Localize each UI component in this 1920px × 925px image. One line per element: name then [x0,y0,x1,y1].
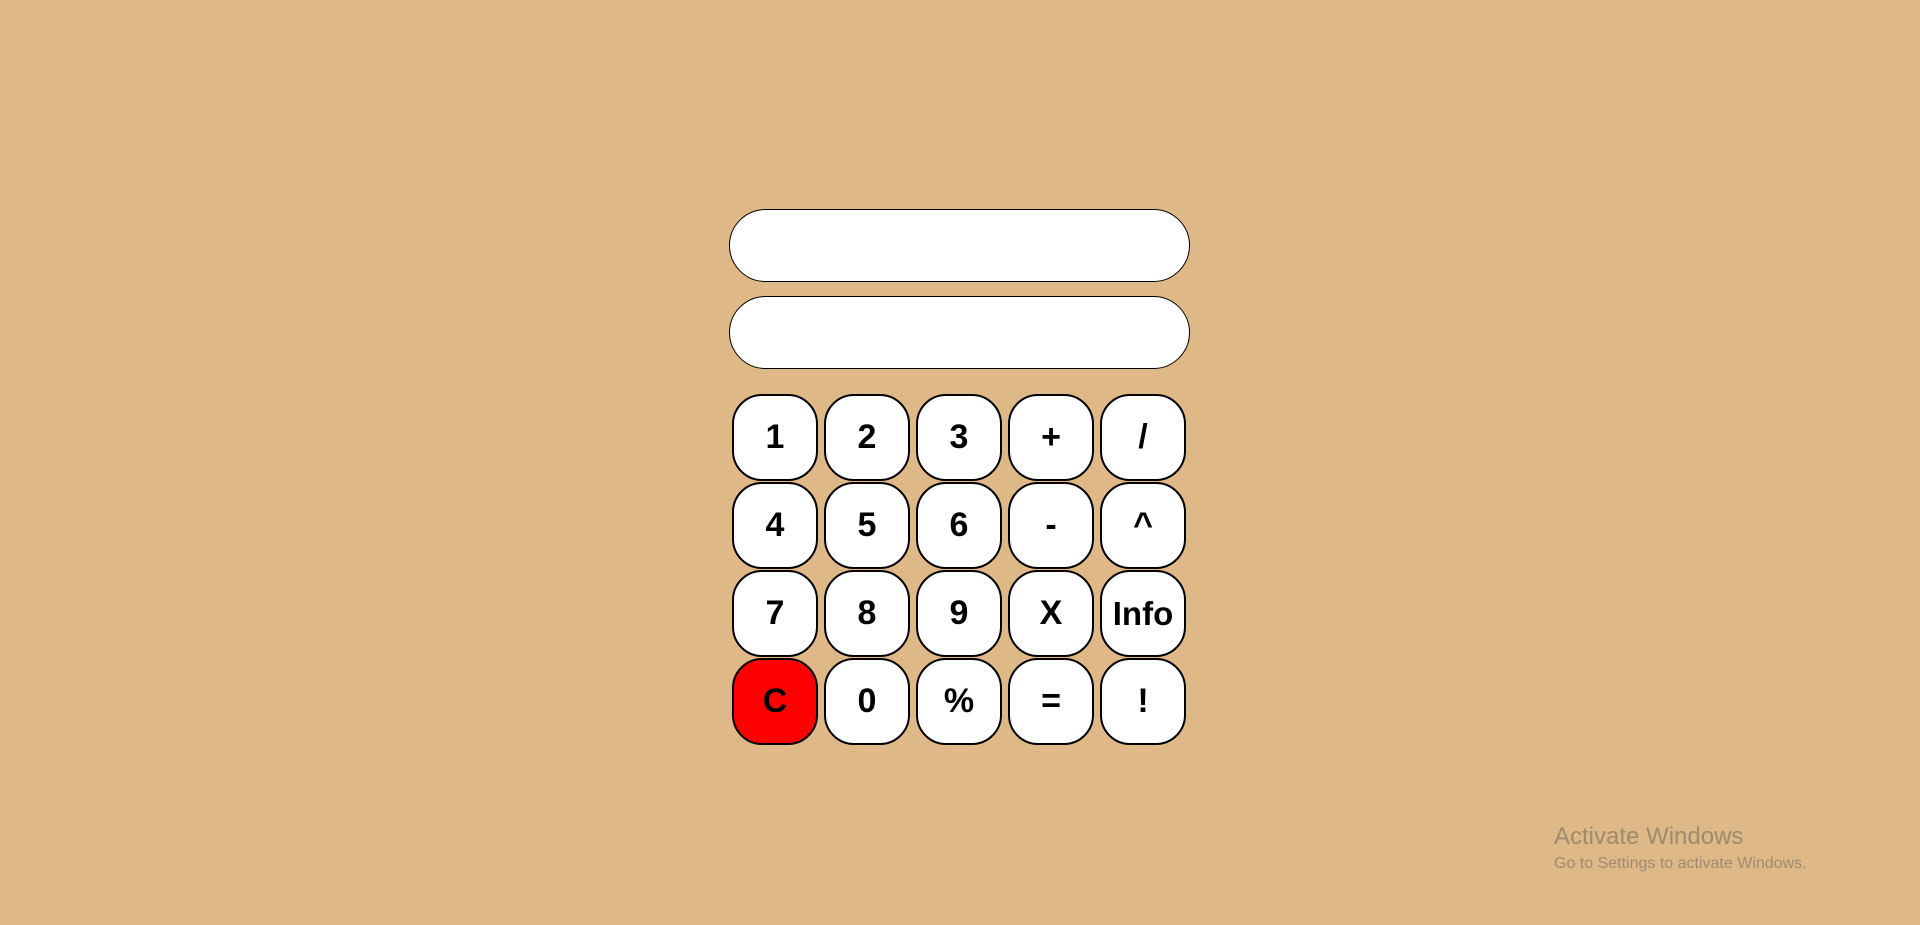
key-divide[interactable]: / [1100,394,1186,481]
key-6[interactable]: 6 [916,482,1002,569]
expression-display [729,209,1190,282]
key-2[interactable]: 2 [824,394,910,481]
key-1[interactable]: 1 [732,394,818,481]
result-display [729,296,1190,369]
key-plus[interactable]: + [1008,394,1094,481]
key-multiply[interactable]: X [1008,570,1094,657]
key-percent[interactable]: % [916,658,1002,745]
key-4[interactable]: 4 [732,482,818,569]
activate-windows-watermark: Activate Windows Go to Settings to activ… [1554,821,1807,875]
key-minus[interactable]: - [1008,482,1094,569]
key-0[interactable]: 0 [824,658,910,745]
key-factorial[interactable]: ! [1100,658,1186,745]
key-info[interactable]: Info [1100,570,1186,657]
calculator: 1 2 3 + / 4 5 6 - ^ 7 8 9 X Info C 0 % =… [729,209,1190,745]
key-7[interactable]: 7 [732,570,818,657]
key-3[interactable]: 3 [916,394,1002,481]
watermark-title: Activate Windows [1554,823,1744,850]
key-5[interactable]: 5 [824,482,910,569]
watermark-subtitle: Go to Settings to activate Windows. [1554,855,1807,872]
key-9[interactable]: 9 [916,570,1002,657]
key-power[interactable]: ^ [1100,482,1186,569]
key-8[interactable]: 8 [824,570,910,657]
key-equals[interactable]: = [1008,658,1094,745]
key-clear[interactable]: C [732,658,818,745]
keypad: 1 2 3 + / 4 5 6 - ^ 7 8 9 X Info C 0 % =… [732,394,1190,745]
